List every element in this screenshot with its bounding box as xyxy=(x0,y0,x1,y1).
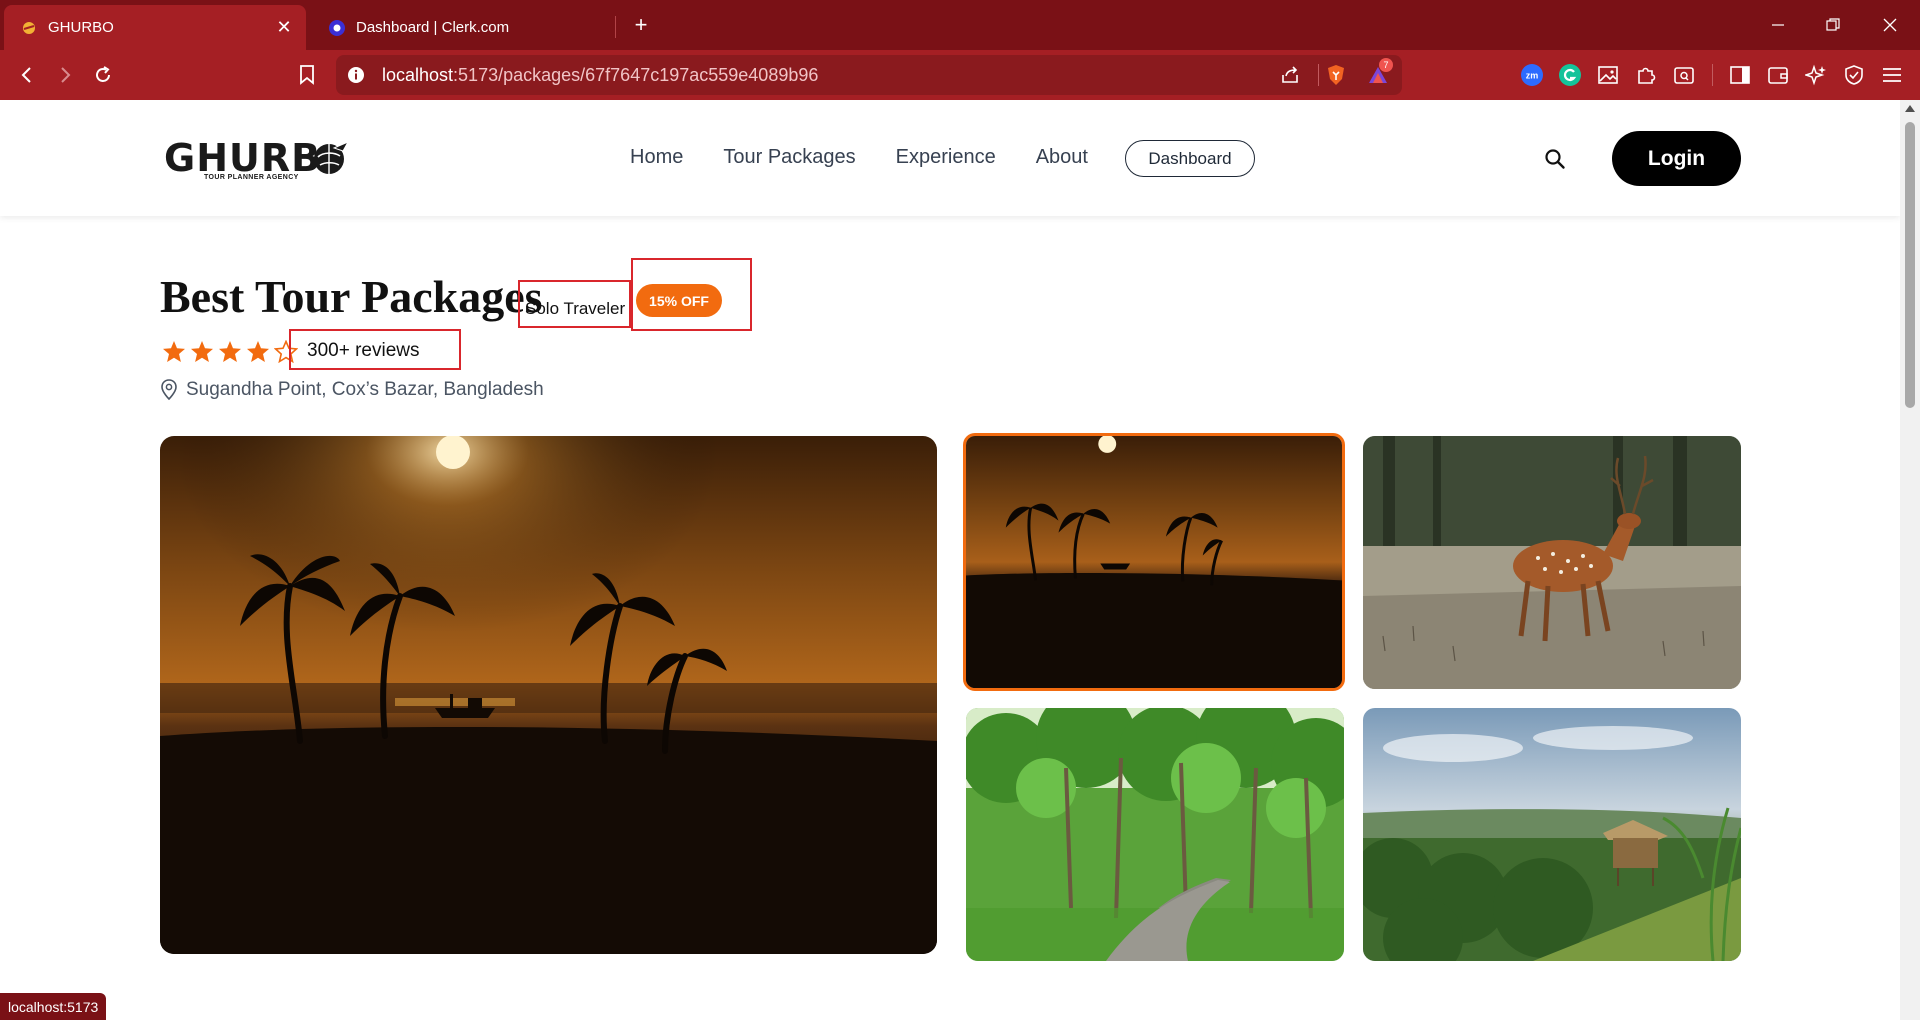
brave-shield-icon[interactable] xyxy=(1324,63,1348,87)
nav-tour-packages[interactable]: Tour Packages xyxy=(723,144,855,170)
url-text: localhost:5173/packages/67f7647c197ac559… xyxy=(382,65,818,86)
star-filled-icon xyxy=(244,338,271,364)
sidebar-toggle-icon[interactable] xyxy=(1727,62,1753,88)
clerk-favicon-icon xyxy=(328,19,346,37)
address-bar[interactable]: localhost:5173/packages/67f7647c197ac559… xyxy=(336,55,1402,95)
ghurbo-favicon-icon xyxy=(20,19,38,37)
close-window-icon[interactable] xyxy=(1870,10,1910,40)
back-arrow-icon[interactable] xyxy=(12,60,42,90)
reload-icon[interactable] xyxy=(88,60,118,90)
page-scrollbar[interactable] xyxy=(1900,100,1920,1020)
nav-about[interactable]: About xyxy=(1036,144,1088,170)
site-header: GHURB TOUR PLANNER AGENCY Home Tour Pack… xyxy=(0,100,1900,216)
extensions-puzzle-icon[interactable] xyxy=(1633,62,1659,88)
browser-toolbar: localhost:5173/packages/67f7647c197ac559… xyxy=(0,50,1920,100)
omnibox-divider xyxy=(1318,64,1319,86)
login-button[interactable]: Login xyxy=(1612,131,1741,186)
gallery-thumbnail-deer[interactable] xyxy=(1363,436,1741,689)
minimize-icon[interactable] xyxy=(1758,10,1798,40)
location-text: Sugandha Point, Cox’s Bazar, Bangladesh xyxy=(186,379,544,400)
vpn-shield-icon[interactable] xyxy=(1841,62,1867,88)
reader-search-icon[interactable] xyxy=(1671,62,1697,88)
gallery-thumbnail-sunset[interactable] xyxy=(963,433,1345,691)
search-icon[interactable] xyxy=(1542,146,1568,172)
scrollbar-thumb[interactable] xyxy=(1905,122,1915,408)
tab-divider xyxy=(615,16,616,38)
tab-title: GHURBO xyxy=(48,19,114,36)
restore-icon[interactable] xyxy=(1813,10,1853,40)
grammarly-extension-icon[interactable] xyxy=(1557,62,1583,88)
link-status-bubble: localhost:5173 xyxy=(0,993,107,1020)
url-path: :5173/packages/67f7647c197ac559e4089b96 xyxy=(453,65,819,85)
zoom-extension-icon[interactable]: zm xyxy=(1519,62,1545,88)
menu-hamburger-icon[interactable] xyxy=(1879,62,1905,88)
site-info-icon[interactable] xyxy=(344,63,368,87)
reviews-count: 300+ reviews xyxy=(307,340,420,361)
share-icon[interactable] xyxy=(1278,63,1302,87)
browser-tab-bar: GHURBO ✕ Dashboard | Clerk.com + xyxy=(0,0,1920,50)
main-gallery-image[interactable] xyxy=(160,436,937,954)
gallery-thumbnail-hill-hut[interactable] xyxy=(1363,708,1741,961)
rewards-badge: 7 xyxy=(1379,58,1393,72)
discount-badge: 15% OFF xyxy=(636,284,722,317)
forward-arrow-icon[interactable] xyxy=(50,60,80,90)
new-tab-plus-icon[interactable]: + xyxy=(628,12,654,38)
toolbar-divider xyxy=(1712,64,1713,86)
rating-stars xyxy=(160,338,300,364)
nav-home[interactable]: Home xyxy=(630,144,683,170)
traveler-type-label: Solo Traveler xyxy=(525,299,626,318)
tab-ghurbo[interactable]: GHURBO ✕ xyxy=(4,5,306,50)
logo-tagline: TOUR PLANNER AGENCY xyxy=(204,174,299,181)
location-row: Sugandha Point, Cox’s Bazar, Bangladesh xyxy=(160,379,544,401)
tab-title: Dashboard | Clerk.com xyxy=(356,19,510,36)
svg-text:zm: zm xyxy=(1526,71,1539,81)
scroll-up-arrow-icon[interactable] xyxy=(1905,105,1915,112)
close-tab-icon[interactable]: ✕ xyxy=(272,16,296,40)
gallery-thumbnail-forest[interactable] xyxy=(966,708,1344,961)
web-page: GHURB TOUR PLANNER AGENCY Home Tour Pack… xyxy=(0,100,1900,1020)
globe-plane-icon xyxy=(310,138,350,183)
wallet-icon[interactable] xyxy=(1765,62,1791,88)
main-nav: Home Tour Packages Experience About xyxy=(630,144,1128,170)
ghurbo-logo[interactable]: GHURB TOUR PLANNER AGENCY xyxy=(164,136,350,186)
star-filled-icon xyxy=(160,338,187,364)
url-host: localhost xyxy=(382,65,454,85)
package-title: Best Tour Packages xyxy=(160,271,543,322)
bookmark-icon[interactable] xyxy=(292,60,322,90)
map-pin-icon xyxy=(160,379,180,401)
leo-ai-sparkle-icon[interactable] xyxy=(1803,62,1829,88)
dashboard-button[interactable]: Dashboard xyxy=(1125,140,1255,177)
tab-clerk-dashboard[interactable]: Dashboard | Clerk.com xyxy=(312,5,614,50)
nav-experience[interactable]: Experience xyxy=(896,144,996,170)
star-filled-icon xyxy=(216,338,243,364)
image-extension-icon[interactable] xyxy=(1595,62,1621,88)
star-filled-icon xyxy=(188,338,215,364)
